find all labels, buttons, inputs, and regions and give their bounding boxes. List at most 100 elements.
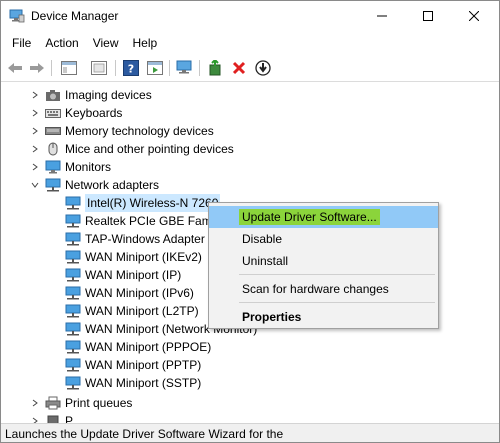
context-menu: Update Driver Software... Disable Uninst… [208,202,439,329]
tree-device-wan-sstp[interactable]: WAN Miniport (SSTP) [61,374,201,392]
context-item-label: Disable [242,232,283,246]
context-properties[interactable]: Properties [209,306,438,328]
tree-device-wan-ip[interactable]: WAN Miniport (IP) [61,266,181,284]
tree-device-label: WAN Miniport (IP) [85,268,182,282]
toolbar-separator [51,60,52,76]
tree-device-wan-ikev2[interactable]: WAN Miniport (IKEv2) [61,248,202,266]
tree-device-label: WAN Miniport (L2TP) [85,304,199,318]
forward-arrow-icon[interactable] [27,58,47,78]
chevron-right-icon[interactable] [29,140,41,158]
maximize-button[interactable] [405,1,451,31]
monitor-scan-icon[interactable] [175,58,195,78]
minimize-button[interactable] [359,1,405,31]
context-scan-hardware-changes[interactable]: Scan for hardware changes [209,278,438,300]
chevron-right-icon[interactable] [29,122,41,140]
tree-category-label: Monitors [65,160,112,174]
tree-device-wan-pppoe[interactable]: WAN Miniport (PPPOE) [61,338,211,356]
tree-category-memory-technology-devices[interactable]: Memory technology devices [29,122,214,140]
tree-device-wan-pptp[interactable]: WAN Miniport (PPTP) [61,356,201,374]
network-adapter-icon [65,286,81,300]
tree-device-wan-ipv6[interactable]: WAN Miniport (IPv6) [61,284,194,302]
tree-category-processors-partial[interactable]: P [29,412,73,423]
network-adapter-icon [65,376,81,390]
context-menu-separator [239,274,435,275]
network-adapter-icon [65,304,81,318]
tree-device-label: WAN Miniport (IKEv2) [85,250,202,264]
maximize-icon [423,11,433,21]
tree-device-label: WAN Miniport (PPPOE) [85,340,212,354]
tree-device-label: TAP-Windows Adapter [85,232,205,246]
mouse-icon [45,142,61,156]
status-bar: Launches the Update Driver Software Wiza… [1,423,499,442]
tree-category-label: Network adapters [65,178,160,192]
menu-help[interactable]: Help [126,33,165,53]
network-adapter-icon [65,340,81,354]
tree-device-label: WAN Miniport (IPv6) [85,286,194,300]
status-text: Launches the Update Driver Software Wiza… [5,426,284,441]
device-manager-app-icon [9,9,25,23]
keyboard-icon [45,106,61,120]
context-item-label: Uninstall [242,254,289,268]
tree-category-label: Print queues [65,396,133,410]
tree-category-label: Memory technology devices [65,124,214,138]
chevron-right-icon[interactable] [29,158,41,176]
toolbar-separator [169,60,170,76]
tree-device-label: Intel(R) Wireless-N 7260 [85,194,221,212]
tree-category-imaging-devices[interactable]: Imaging devices [29,86,152,104]
chevron-right-icon[interactable] [29,394,41,412]
tree-device-label: WAN Miniport (SSTP) [85,376,202,390]
context-item-label: Properties [242,310,302,324]
tree-category-print-queues[interactable]: Print queues [29,394,132,412]
menu-view[interactable]: View [86,33,126,53]
context-item-label: Update Driver Software... [239,209,380,225]
context-menu-separator [239,302,435,303]
toolbar: ? [1,54,499,82]
minimize-icon [377,15,387,17]
action-pane-icon[interactable] [145,58,165,78]
processor-icon [45,414,61,423]
network-adapter-icon [65,358,81,372]
context-uninstall[interactable]: Uninstall [209,250,438,272]
tree-category-network-adapters[interactable]: Network adapters [29,176,159,194]
show-hide-tree-icon[interactable] [59,58,79,78]
tree-category-label: P [65,414,74,423]
context-disable[interactable]: Disable [209,228,438,250]
tree-category-label: Keyboards [65,106,123,120]
menu-action[interactable]: Action [38,33,85,53]
back-arrow-icon[interactable] [5,58,25,78]
title-bar[interactable]: Device Manager [1,1,499,31]
tree-category-label: Imaging devices [65,88,152,102]
tree-device-tap-windows[interactable]: TAP-Windows Adapter [61,230,205,248]
chevron-right-icon[interactable] [29,412,41,423]
properties-sheet-icon[interactable] [89,58,109,78]
toolbar-separator [199,60,200,76]
tree-category-monitors[interactable]: Monitors [29,158,111,176]
download-driver-icon[interactable] [253,58,273,78]
network-adapter-icon [65,268,81,282]
menu-file[interactable]: File [5,33,38,53]
tree-device-wan-l2tp[interactable]: WAN Miniport (L2TP) [61,302,199,320]
chevron-down-icon[interactable] [29,176,41,194]
context-update-driver-software[interactable]: Update Driver Software... [209,206,438,228]
tree-category-mice[interactable]: Mice and other pointing devices [29,140,234,158]
close-button[interactable] [451,1,497,31]
network-adapter-icon [65,196,81,210]
chevron-right-icon[interactable] [29,104,41,122]
toolbar-separator [115,60,116,76]
help-icon[interactable]: ? [121,58,141,78]
tree-category-keyboards[interactable]: Keyboards [29,104,122,122]
uninstall-x-icon[interactable] [229,58,249,78]
printer-icon [45,396,61,410]
tree-category-label: Mice and other pointing devices [65,142,234,156]
tree-device-label: WAN Miniport (PPTP) [85,358,202,372]
tree-device-realtek[interactable]: Realtek PCIe GBE Famil [61,212,217,230]
network-adapter-icon [65,232,81,246]
context-item-label: Scan for hardware changes [242,282,389,296]
device-manager-window: Device Manager File Action View Help ? I… [0,0,500,443]
tree-device-intel-wireless[interactable]: Intel(R) Wireless-N 7260 [61,194,221,212]
memory-icon [45,124,61,138]
network-adapter-icon [65,250,81,264]
network-adapter-icon [45,178,61,192]
add-driver-icon[interactable] [205,58,225,78]
chevron-right-icon[interactable] [29,86,41,104]
